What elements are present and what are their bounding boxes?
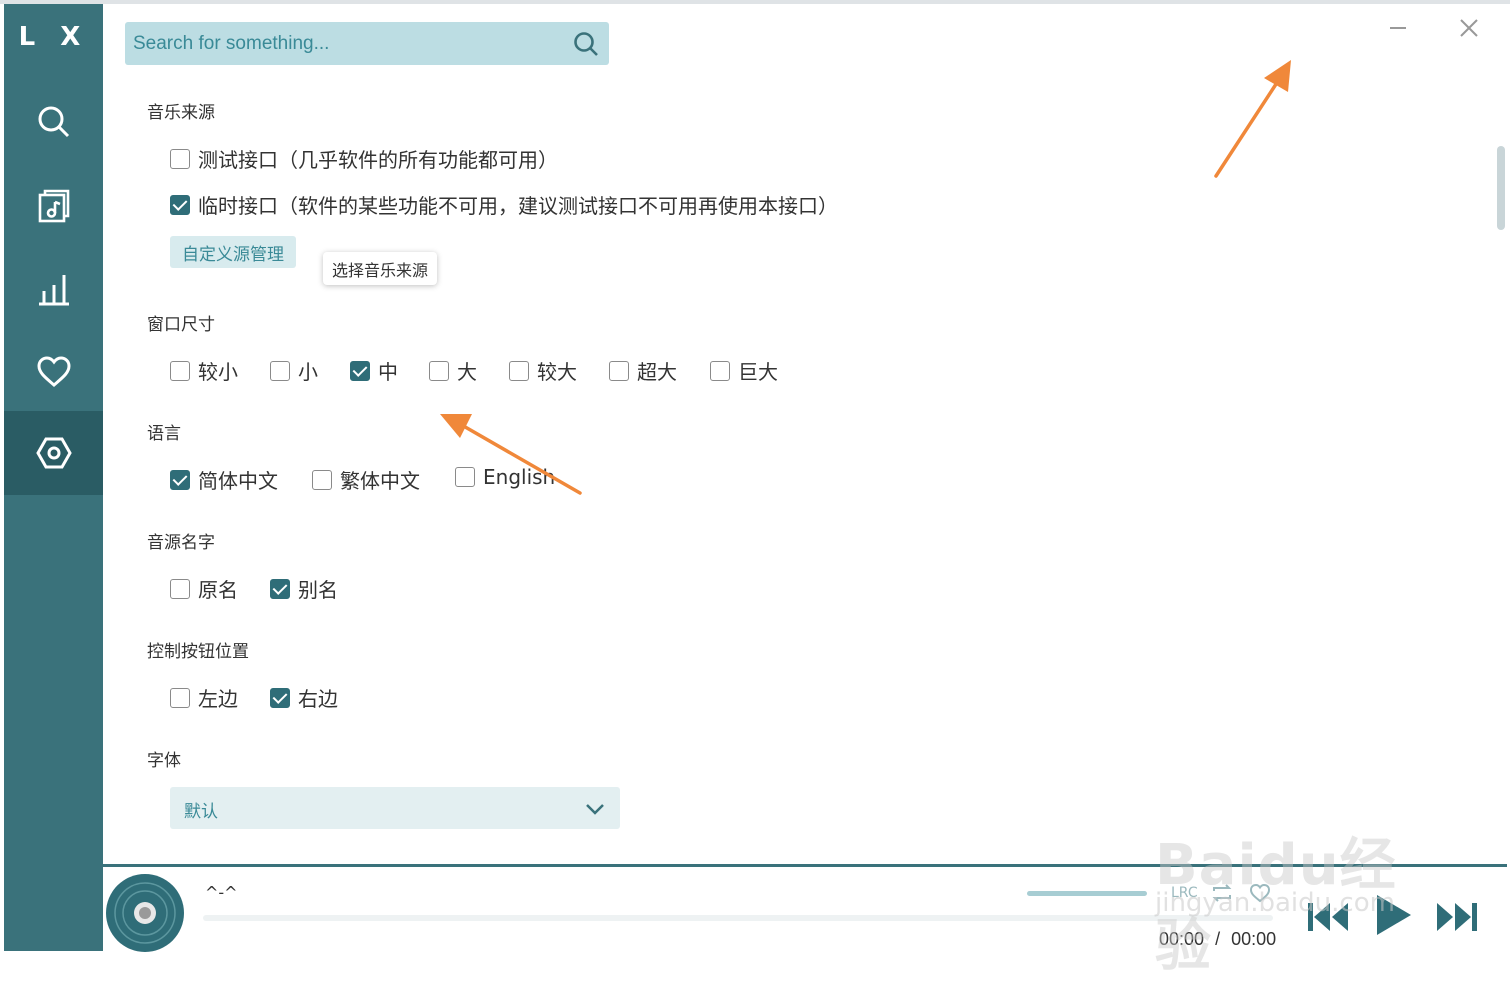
- time-separator: /: [1215, 929, 1221, 949]
- option-label: 巨大: [738, 360, 778, 384]
- option-label: 较小: [198, 360, 238, 384]
- checkbox[interactable]: [350, 360, 370, 381]
- option-size-smaller[interactable]: 较小: [170, 356, 238, 385]
- option-label: 左边: [198, 687, 238, 711]
- scrollbar[interactable]: [1497, 86, 1505, 866]
- checkbox[interactable]: [609, 360, 629, 381]
- repeat-icon[interactable]: [1211, 883, 1233, 903]
- option-size-large[interactable]: 大: [429, 356, 477, 385]
- minimize-icon[interactable]: [1387, 16, 1411, 40]
- search-icon[interactable]: [573, 31, 599, 57]
- checkbox[interactable]: [455, 467, 475, 487]
- search-icon: [38, 106, 69, 138]
- option-name-original[interactable]: 原名: [170, 574, 238, 603]
- app-logo: L X: [18, 22, 89, 52]
- option-label: 临时接口（软件的某些功能不可用，建议测试接口不可用再使用本接口）: [198, 194, 838, 218]
- checkbox[interactable]: [270, 360, 290, 381]
- checkbox[interactable]: [170, 469, 190, 490]
- option-source-test[interactable]: 测试接口（几乎软件的所有功能都可用）: [170, 144, 558, 173]
- font-select-value: 默认: [184, 802, 218, 822]
- section-title-font: 字体: [147, 751, 181, 771]
- checkbox[interactable]: [170, 687, 190, 708]
- current-time: 00:00: [1159, 929, 1205, 949]
- option-lang-zh-cn[interactable]: 简体中文: [170, 465, 278, 494]
- chevron-down-icon: [586, 804, 604, 815]
- close-icon[interactable]: [1457, 16, 1481, 40]
- sidebar-item-search[interactable]: [4, 80, 103, 164]
- volume-slider[interactable]: [1027, 891, 1147, 896]
- checkbox[interactable]: [170, 360, 190, 381]
- time-display: 00:00 / 00:00: [1159, 929, 1276, 950]
- album-disc-icon[interactable]: [105, 873, 185, 953]
- font-select[interactable]: 默认: [170, 787, 620, 829]
- option-name-alias[interactable]: 别名: [270, 574, 338, 603]
- bar-chart-icon: [38, 275, 69, 306]
- option-size-medium[interactable]: 中: [350, 356, 398, 385]
- option-size-huge[interactable]: 巨大: [710, 356, 778, 385]
- option-lang-en[interactable]: English: [455, 465, 555, 489]
- sidebar-item-favorites[interactable]: [4, 330, 103, 414]
- lyrics-toggle[interactable]: LRC: [1171, 885, 1198, 901]
- heart-icon[interactable]: [1249, 883, 1271, 903]
- checkbox[interactable]: [710, 360, 730, 381]
- checkbox[interactable]: [170, 578, 190, 599]
- progress-bar[interactable]: [203, 915, 1273, 921]
- option-label: 简体中文: [198, 469, 278, 493]
- option-label: English: [483, 465, 556, 489]
- option-control-right[interactable]: 右边: [270, 683, 338, 712]
- play-icon[interactable]: [1371, 893, 1413, 937]
- search-box: [125, 22, 609, 65]
- option-label: 小: [298, 360, 318, 384]
- option-label: 中: [378, 360, 398, 384]
- section-title-source-name: 音源名字: [147, 533, 215, 553]
- sidebar-item-song-list[interactable]: [4, 164, 103, 248]
- search-input[interactable]: [125, 22, 555, 65]
- scrollbar-thumb[interactable]: [1497, 146, 1505, 230]
- checkbox[interactable]: [509, 360, 529, 381]
- music-file-icon: [38, 189, 69, 223]
- checkbox[interactable]: [270, 687, 290, 708]
- option-label: 测试接口（几乎软件的所有功能都可用）: [198, 148, 558, 172]
- option-label: 大: [457, 360, 477, 384]
- option-label: 原名: [198, 578, 238, 602]
- custom-source-button[interactable]: 自定义源管理: [170, 236, 296, 268]
- section-title-control-position: 控制按钮位置: [147, 642, 249, 662]
- option-label: 超大: [637, 360, 677, 384]
- option-source-temp[interactable]: 临时接口（软件的某些功能不可用，建议测试接口不可用再使用本接口）: [170, 190, 838, 219]
- section-title-music-source: 音乐来源: [147, 103, 215, 123]
- section-title-window-size: 窗口尺寸: [147, 315, 215, 335]
- option-label: 别名: [298, 578, 338, 602]
- player-bar: ^-^ LRC 00:00 / 00:00: [103, 864, 1507, 953]
- settings-gear-icon: [35, 437, 72, 469]
- section-title-language: 语言: [147, 424, 181, 444]
- option-label: 右边: [298, 687, 338, 711]
- previous-icon[interactable]: [1306, 899, 1352, 935]
- song-name: ^-^: [205, 883, 238, 902]
- next-icon[interactable]: [1433, 899, 1479, 935]
- option-label: 繁体中文: [340, 469, 420, 493]
- tooltip: 选择音乐来源: [323, 252, 438, 285]
- option-size-larger[interactable]: 较大: [509, 356, 577, 385]
- sidebar-item-leaderboard[interactable]: [4, 247, 103, 331]
- app-window: L X Search for something... 音乐来源 测试接口（几乎…: [4, 4, 1507, 953]
- option-label: 较大: [537, 360, 577, 384]
- option-lang-zh-tw[interactable]: 繁体中文: [312, 465, 420, 494]
- checkbox[interactable]: [170, 194, 190, 215]
- sidebar: L X: [4, 4, 103, 951]
- option-size-small[interactable]: 小: [270, 356, 318, 385]
- settings-panel: 音乐来源 测试接口（几乎软件的所有功能都可用） 临时接口（软件的某些功能不可用，…: [103, 4, 1507, 864]
- checkbox[interactable]: [312, 469, 332, 490]
- checkbox[interactable]: [429, 360, 449, 381]
- total-time: 00:00: [1231, 929, 1277, 949]
- option-control-left[interactable]: 左边: [170, 683, 238, 712]
- option-size-xlarge[interactable]: 超大: [609, 356, 677, 385]
- checkbox[interactable]: [170, 148, 190, 169]
- sidebar-item-settings[interactable]: [4, 411, 103, 495]
- heart-icon: [36, 356, 71, 387]
- checkbox[interactable]: [270, 578, 290, 599]
